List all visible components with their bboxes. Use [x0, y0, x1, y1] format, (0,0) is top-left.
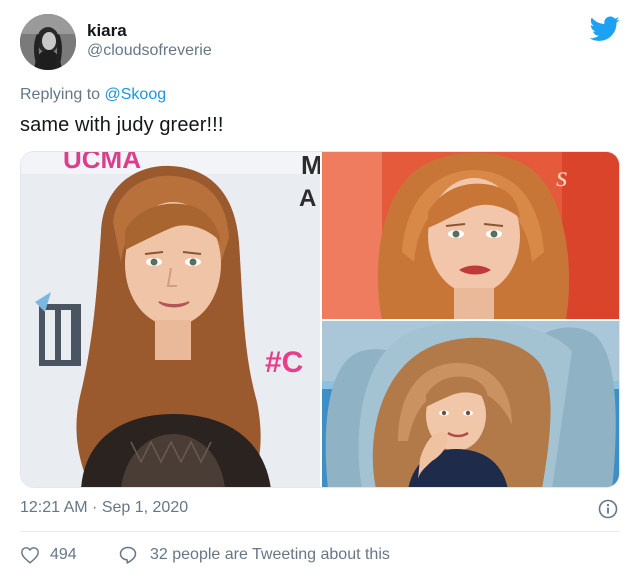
- twitter-bird-icon[interactable]: [589, 16, 620, 42]
- tweet-text: same with judy greer!!!: [20, 114, 224, 136]
- backdrop-text-m: M: [301, 152, 320, 180]
- like-count: 494: [50, 546, 77, 563]
- heart-icon: [21, 547, 39, 564]
- photo-bottom-right[interactable]: [322, 321, 619, 487]
- backdrop-logo-text: s: [556, 160, 568, 193]
- reply-mention-link[interactable]: @Skoog: [105, 86, 167, 103]
- replying-prefix: Replying to: [20, 86, 105, 103]
- divider: [20, 531, 620, 532]
- tweet-card: kiara @cloudsofreverie Replying to @Skoo…: [0, 0, 640, 581]
- reply-conversation-link[interactable]: 32 people are Tweeting about this: [118, 544, 390, 566]
- replying-to: Replying to @Skoog: [20, 86, 166, 104]
- tweet-timestamp[interactable]: 12:21 AM · Sep 1, 2020: [20, 499, 188, 517]
- photo-left[interactable]: UCMA M A #C: [21, 152, 320, 487]
- backdrop-hashtag: #C: [265, 346, 303, 379]
- like-button[interactable]: 494: [20, 544, 77, 566]
- author-handle[interactable]: @cloudsofreverie: [87, 42, 212, 60]
- info-icon[interactable]: [598, 499, 618, 519]
- avatar[interactable]: [20, 14, 76, 70]
- photo-top-right[interactable]: s: [322, 152, 619, 319]
- media-grid: UCMA M A #C: [20, 151, 620, 488]
- backdrop-text-top: UCMA: [63, 152, 141, 174]
- author-name[interactable]: kiara: [87, 21, 127, 41]
- speech-bubble-icon: [119, 546, 137, 564]
- backdrop-text-a: A: [299, 185, 316, 212]
- tweeting-about-text: 32 people are Tweeting about this: [150, 546, 390, 563]
